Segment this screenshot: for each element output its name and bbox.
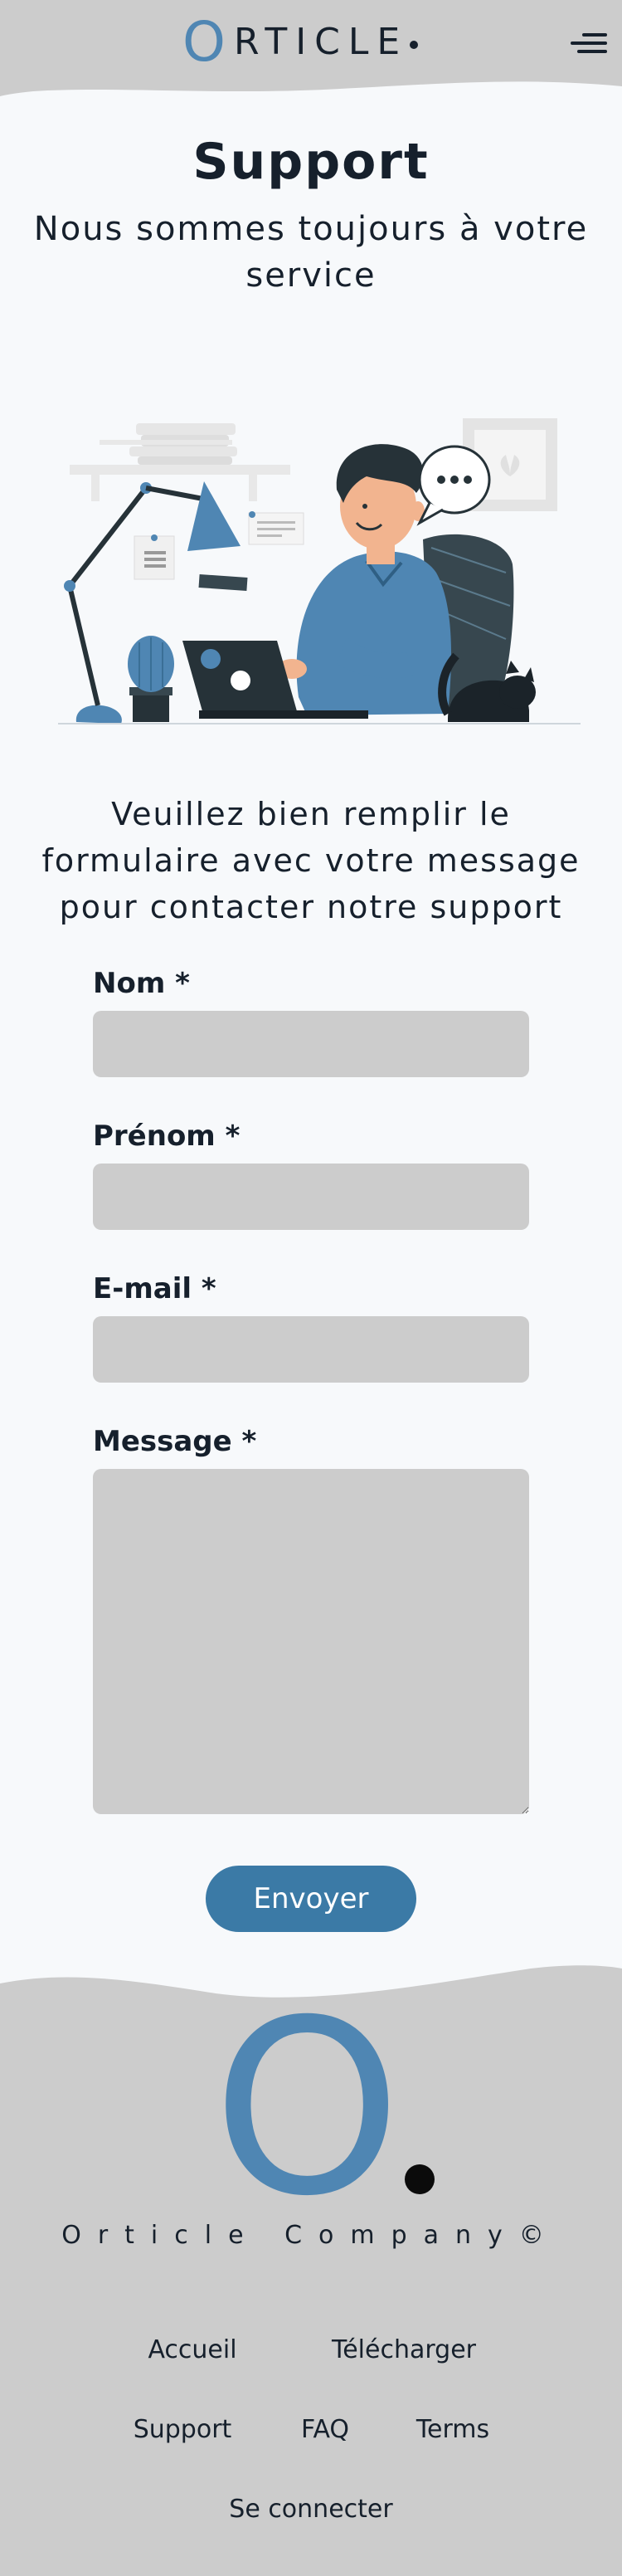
site-header: O RTICLE (0, 0, 622, 100)
footer-link-support[interactable]: Support (123, 2412, 242, 2448)
form-intro-text: Veuillez bien remplir le formulaire avec… (41, 796, 581, 925)
prenom-field-group: Prénom * (93, 1115, 529, 1230)
footer-link-accueil[interactable]: Accueil (133, 2332, 252, 2369)
send-button[interactable]: Envoyer (206, 1866, 416, 1932)
logo-initial: O (182, 10, 226, 74)
page-subtitle: Nous sommes toujours à votre service (33, 210, 589, 295)
footer-link-terms[interactable]: Terms (406, 2412, 499, 2448)
footer-logo-dot (405, 2164, 435, 2194)
nom-field-group: Nom * (93, 963, 529, 1077)
hamburger-menu-icon[interactable] (571, 30, 607, 56)
logo-dot (410, 41, 419, 49)
message-field-group: Message * (93, 1421, 529, 1814)
prenom-input[interactable] (93, 1164, 529, 1230)
email-label: E-mail * (93, 1272, 216, 1305)
footer-link-faq[interactable]: FAQ (285, 2412, 365, 2448)
prenom-label: Prénom * (93, 1120, 241, 1153)
company-name: Orticle Company© (61, 2221, 561, 2250)
nom-label: Nom * (93, 967, 190, 1000)
message-textarea[interactable] (93, 1469, 529, 1814)
page-title: Support (192, 133, 430, 191)
message-label: Message * (93, 1425, 257, 1458)
support-agent-illustration (58, 418, 581, 724)
nom-input[interactable] (93, 1011, 529, 1077)
site-logo[interactable]: O RTICLE (182, 8, 419, 76)
footer-link-telecharger[interactable]: Télécharger (322, 2332, 486, 2369)
email-input[interactable] (93, 1316, 529, 1383)
email-field-group: E-mail * (93, 1268, 529, 1383)
footer-link-se-connecter[interactable]: Se connecter (217, 2491, 405, 2528)
footer-logo-initial: O (212, 1969, 402, 2249)
footer-logo: O (212, 1969, 435, 2249)
logo-wordmark: RTICLE (233, 21, 409, 63)
